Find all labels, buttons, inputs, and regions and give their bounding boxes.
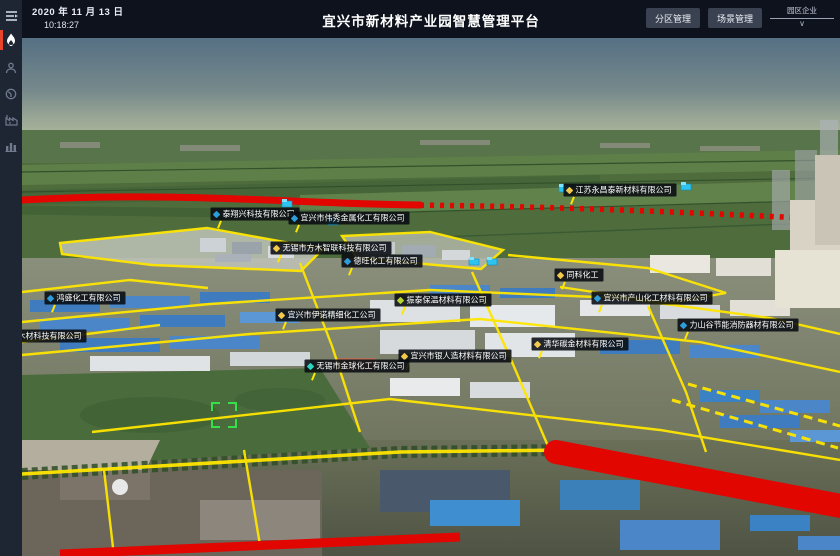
zone-management-button[interactable]: 分区管理 <box>646 8 700 28</box>
company-label-text: 宜兴市银人造材料有限公司 <box>411 350 507 362</box>
chevron-down-icon: ∨ <box>770 19 834 29</box>
company-marker-icon <box>397 296 405 304</box>
company-label-text: 德旺化工有限公司 <box>354 255 418 267</box>
header-bar: 2020 年 11 月 13 日 10:18:27 宜兴市新材料产业园智慧管理平… <box>22 0 840 38</box>
company-label-text: 清华碳金材料有限公司 <box>544 338 624 350</box>
smart-park-platform: 2020 年 11 月 13 日 10:18:27 宜兴市新材料产业园智慧管理平… <box>0 0 840 556</box>
company-label-text: 宜兴市产山化工材料有限公司 <box>604 292 708 304</box>
map-label[interactable]: 宜兴市伟秀金属化工有限公司 <box>289 212 410 225</box>
map-label[interactable]: 无锡市方木智联科技有限公司 <box>271 242 392 255</box>
company-label-text: 鸿盛化工有限公司 <box>57 292 121 304</box>
company-label-text: 同科化工 <box>567 269 599 281</box>
company-marker-icon <box>47 294 55 302</box>
company-label-text: 泰翔兴科技有限公司 <box>223 208 295 220</box>
map-label[interactable]: 宜兴市伊诺精细化工公司 <box>276 309 381 322</box>
map-label[interactable]: 江苏永昌泰新材料有限公司 <box>564 184 677 197</box>
map-label[interactable]: 振泰保温材料有限公司 <box>395 294 492 307</box>
sidebar <box>0 0 22 556</box>
bar-chart-icon[interactable] <box>0 134 22 158</box>
company-label-text: 力山谷节能消防器材有限公司 <box>690 319 794 331</box>
company-marker-icon <box>566 186 574 194</box>
company-marker-icon <box>307 362 315 370</box>
gauge-icon[interactable] <box>0 82 22 106</box>
fire-icon[interactable] <box>0 28 22 52</box>
factory-icon[interactable] <box>0 108 22 132</box>
company-marker-icon <box>291 214 299 222</box>
map-label[interactable]: 无锡市金球化工有限公司 <box>305 360 410 373</box>
park-enterprise-dropdown[interactable]: 园区企业 ∨ <box>770 2 834 32</box>
map-label[interactable]: 泰翔兴科技有限公司 <box>211 208 300 221</box>
company-marker-icon <box>680 321 688 329</box>
map-label[interactable]: 鸿盛化工有限公司 <box>45 292 126 305</box>
company-label-text: 顺兴国际木材科技有限公司 <box>22 330 82 342</box>
company-marker-icon <box>344 257 352 265</box>
map-label[interactable]: 顺兴国际木材科技有限公司 <box>22 330 87 343</box>
company-marker-icon <box>278 311 286 319</box>
company-label-text: 无锡市金球化工有限公司 <box>317 360 405 372</box>
map-3d-view[interactable]: 泰翔兴科技有限公司宜兴市伟秀金属化工有限公司无锡市方木智联科技有限公司德旺化工有… <box>22 38 840 556</box>
dropdown-label: 园区企业 <box>770 2 834 16</box>
map-label[interactable]: 宜兴市产山化工材料有限公司 <box>592 292 713 305</box>
user-icon[interactable] <box>0 56 22 80</box>
company-label-text: 振泰保温材料有限公司 <box>407 294 487 306</box>
map-label[interactable]: 同科化工 <box>555 269 604 282</box>
company-label-text: 江苏永昌泰新材料有限公司 <box>576 184 672 196</box>
menu-icon[interactable] <box>0 4 22 28</box>
company-marker-icon <box>273 244 281 252</box>
scene-management-button[interactable]: 场景管理 <box>708 8 762 28</box>
map-label[interactable]: 德旺化工有限公司 <box>342 255 423 268</box>
company-label-text: 宜兴市伊诺精细化工公司 <box>288 309 376 321</box>
company-marker-icon <box>594 294 602 302</box>
selection-brackets <box>211 402 237 428</box>
company-marker-icon <box>557 271 565 279</box>
map-label[interactable]: 宜兴市银人造材料有限公司 <box>399 350 512 363</box>
company-marker-icon <box>213 210 221 218</box>
map-label[interactable]: 清华碳金材料有限公司 <box>532 338 629 351</box>
company-label-text: 宜兴市伟秀金属化工有限公司 <box>301 212 405 224</box>
company-marker-icon <box>534 340 542 348</box>
company-label-text: 无锡市方木智联科技有限公司 <box>283 242 387 254</box>
map-label[interactable]: 力山谷节能消防器材有限公司 <box>678 319 799 332</box>
